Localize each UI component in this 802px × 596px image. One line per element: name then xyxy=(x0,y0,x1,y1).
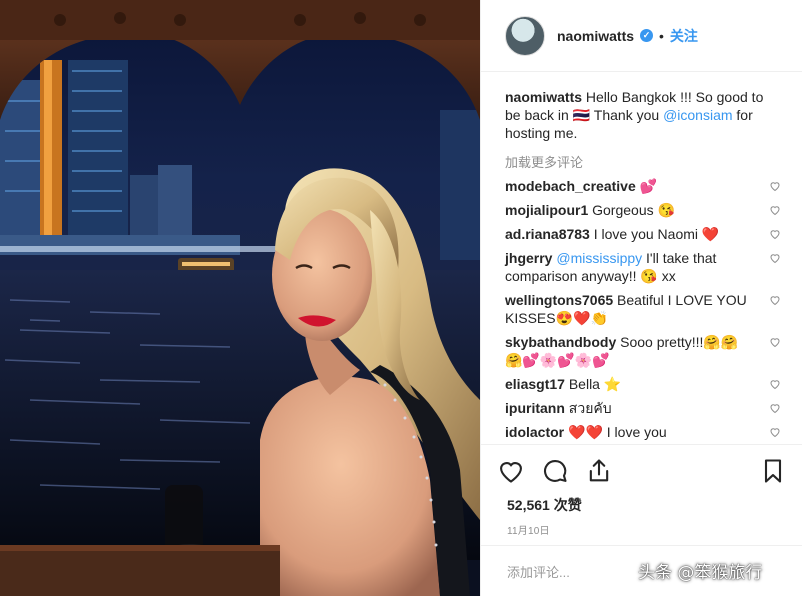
comment-username[interactable]: mojialipour1 xyxy=(505,202,588,218)
comments-section[interactable]: naomiwatts Hello Bangkok !!! So good to … xyxy=(481,72,802,444)
comment-item: idolactor ❤️❤️ I love you xyxy=(505,423,781,441)
like-comment-heart-icon[interactable] xyxy=(769,294,781,306)
comment-username[interactable]: eliasgt17 xyxy=(505,376,565,392)
like-comment-heart-icon[interactable] xyxy=(769,426,781,438)
avatar[interactable] xyxy=(505,15,545,56)
comment-item: wellingtons7065 Beatiful I LOVE YOU KISS… xyxy=(505,291,781,327)
share-icon[interactable] xyxy=(585,457,613,485)
comment-item: skybathandbody Sooo pretty!!!🤗🤗🤗💕🌸💕🌸💕 xyxy=(505,333,781,369)
follow-button[interactable]: 关注 xyxy=(670,26,698,46)
comment-username[interactable]: wellingtons7065 xyxy=(505,292,613,308)
header-separator: • xyxy=(659,27,664,44)
caption-mention-link[interactable]: @iconsiam xyxy=(663,107,732,123)
comment-username[interactable]: jhgerry xyxy=(505,250,552,266)
post-photo[interactable] xyxy=(0,0,480,596)
verified-badge-icon: ✓ xyxy=(640,29,654,42)
watermark: 头条 @笨猴旅行 xyxy=(638,563,763,583)
comment-text: I love you Naomi ❤️ xyxy=(593,226,720,242)
like-comment-heart-icon[interactable] xyxy=(769,402,781,414)
post-side-panel: naomiwatts ✓ • 关注 naomiwatts Hello Bangk… xyxy=(480,0,802,596)
comment-item: mojialipour1 Gorgeous 😘 xyxy=(505,201,781,219)
bookmark-icon[interactable] xyxy=(759,457,787,485)
comment-text: Gorgeous 😘 xyxy=(592,202,675,218)
comment-text: สวยคับ xyxy=(568,400,612,416)
like-comment-heart-icon[interactable] xyxy=(769,204,781,216)
like-comment-heart-icon[interactable] xyxy=(769,336,781,348)
caption-text-2: Thank you xyxy=(593,107,660,123)
photo-scene xyxy=(0,0,480,596)
comment-text: ❤️❤️ I love you xyxy=(568,424,667,440)
like-comment-heart-icon[interactable] xyxy=(769,252,781,264)
comment-item: eliasgt17 Bella ⭐ xyxy=(505,375,781,393)
comment-username[interactable]: ipuritann xyxy=(505,400,565,416)
comment-username[interactable]: modebach_creative xyxy=(505,178,636,194)
post-caption: naomiwatts Hello Bangkok !!! So good to … xyxy=(505,88,779,142)
caption-username[interactable]: naomiwatts xyxy=(505,89,582,105)
like-comment-heart-icon[interactable] xyxy=(769,378,781,390)
comment-item: ad.riana8783 I love you Naomi ❤️ xyxy=(505,225,781,243)
like-comment-heart-icon[interactable] xyxy=(769,180,781,192)
comment-mention-link[interactable]: @mississippy xyxy=(556,250,642,266)
comment-item: jhgerry @mississippy I'll take that comp… xyxy=(505,249,781,285)
comment-username[interactable]: ad.riana8783 xyxy=(505,226,590,242)
header-username[interactable]: naomiwatts xyxy=(557,28,634,44)
comment-bubble-icon[interactable] xyxy=(541,457,569,485)
post-date: 11月10日 xyxy=(507,526,550,537)
post-actions-bar xyxy=(481,444,802,496)
comment-text: Bella ⭐ xyxy=(568,376,622,392)
like-comment-heart-icon[interactable] xyxy=(769,228,781,240)
likes-count[interactable]: 52,561 次赞 xyxy=(507,495,582,515)
comment-item: modebach_creative 💕 xyxy=(505,177,781,195)
comment-item: ipuritann สวยคับ xyxy=(505,399,781,417)
thailand-flag-emoji: 🇹🇭 xyxy=(572,107,591,123)
post-header: naomiwatts ✓ • 关注 xyxy=(481,0,802,72)
comment-username[interactable]: idolactor xyxy=(505,424,564,440)
load-more-comments-button[interactable]: 加载更多评论 xyxy=(505,152,779,171)
heart-icon[interactable] xyxy=(497,457,525,485)
comment-text: 💕 xyxy=(639,178,658,194)
comment-username[interactable]: skybathandbody xyxy=(505,334,616,350)
